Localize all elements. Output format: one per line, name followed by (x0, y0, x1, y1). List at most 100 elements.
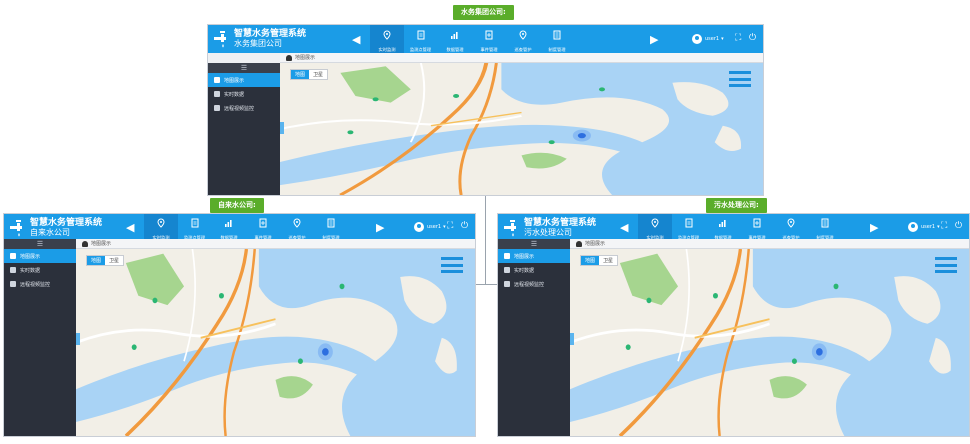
sidebar-item-realtime[interactable]: 实时数据 (208, 87, 280, 101)
main-nav: 实时监测 监测点管理 数据管理事件管理 巡查管护 制度管理 (370, 25, 574, 53)
map-side-tab[interactable] (76, 333, 80, 346)
nav-points[interactable]: 监测点管理 (178, 214, 212, 240)
fullscreen-icon[interactable]: ⛶ (735, 34, 741, 43)
sidebar-item-label: 实时数据 (224, 91, 245, 98)
sidebar-item-label: 地图展示 (514, 253, 535, 260)
power-icon[interactable]: ⏻ (955, 221, 962, 231)
map-icon (214, 77, 220, 83)
sidebar-toggle-icon[interactable]: ☰ (208, 63, 280, 73)
nav-next-arrow-icon[interactable]: ▶ (650, 34, 658, 45)
sidebar: ☰ 地图展示实时数据远程视频监控 (498, 239, 570, 436)
brand: 智慧水务管理系统 水务集团公司 (212, 27, 306, 51)
main-nav: 实时监测 监测点管理 数据管理 事件管理 巡查管护 制度管理 (638, 214, 842, 240)
location-pin-icon (156, 214, 166, 232)
user-name: user1 (705, 36, 720, 42)
map-layers-menu-icon[interactable] (935, 257, 957, 273)
sidebar-item-video[interactable]: 远程视频监控 (208, 101, 280, 115)
nav-monitoring[interactable]: 实时监测 (370, 25, 404, 53)
sidebar-item-video[interactable]: 远程视频监控 (498, 277, 570, 291)
sidebar-toggle-icon[interactable]: ☰ (498, 239, 570, 249)
sidebar-item-video[interactable]: 远程视频监控 (4, 277, 76, 291)
nav-points[interactable]: 监测点管理 (404, 25, 438, 53)
user-avatar-icon (414, 221, 424, 232)
nav-data[interactable]: 数据管理 (212, 214, 246, 240)
sidebar-item-label: 远程视频监控 (514, 281, 545, 288)
user-name: user1 (921, 223, 936, 230)
power-icon[interactable]: ⏻ (749, 34, 756, 43)
water-company-window: 智慧水务管理系统 自来水公司 ◀ 实时监测 监测点管理 数据管理 事件管理 巡查管护 制度… (3, 213, 476, 437)
map-icon (504, 253, 510, 259)
fullscreen-icon[interactable]: ⛶ (941, 221, 947, 231)
chevron-down-icon: ▾ (937, 223, 940, 230)
sidebar-item-realtime[interactable]: 实时数据 (4, 263, 76, 277)
nav-monitoring[interactable]: 实时监测 (144, 214, 178, 240)
map-type-map-button[interactable]: 地图 (581, 256, 600, 265)
nav-data[interactable]: 数据管理 (706, 214, 740, 240)
group-company-window: 智慧水务管理系统 水务集团公司 ◀ 实时监测 监测点管理 数据管理 事件管理 巡查管护 制… (207, 24, 764, 196)
nav-patrol[interactable]: 巡查管护 (774, 214, 808, 240)
nav-patrol[interactable]: 巡查管护 (280, 214, 314, 240)
sidebar-item-label: 实时数据 (514, 267, 535, 274)
document-icon (416, 25, 426, 44)
nav-events[interactable]: 事件管理 (472, 25, 506, 53)
sidebar-item-realtime[interactable]: 实时数据 (498, 263, 570, 277)
document-list-icon (326, 214, 336, 232)
sidebar-item-map[interactable]: 地图展示 (208, 73, 280, 87)
location-pin-icon (650, 214, 660, 232)
map-canvas[interactable] (76, 249, 475, 436)
stage: 水务集团公司: 自来水公司: 污水处理公司: 智慧水务管理系统 水务集团公司 ◀… (0, 0, 970, 444)
nav-events[interactable]: 事件管理 (740, 214, 774, 240)
fullscreen-icon[interactable]: ⛶ (447, 221, 453, 231)
chevron-down-icon: ▾ (721, 36, 724, 42)
map-canvas[interactable] (570, 249, 969, 436)
sidebar-item-label: 地图展示 (20, 253, 41, 260)
nav-rules[interactable]: 制度管理 (808, 214, 842, 240)
map-type-satellite-button[interactable]: 卫星 (105, 256, 123, 265)
map-view[interactable]: 地图 卫星 (280, 63, 763, 195)
map-type-toggle: 地图 卫星 (580, 255, 619, 266)
company-name: 自来水公司 (30, 227, 70, 237)
nav-label: 事件管理 (480, 47, 498, 53)
map-side-tab[interactable] (280, 122, 284, 135)
map-view[interactable]: 地图 卫星 (570, 249, 969, 436)
map-type-satellite-button[interactable]: 卫星 (309, 70, 327, 79)
app-header: 智慧水务管理系统 水务集团公司 ◀ 实时监测 监测点管理 数据管理 事件管理 巡查管护 制… (208, 25, 763, 53)
nav-monitoring[interactable]: 实时监测 (638, 214, 672, 240)
water-tap-logo-icon (214, 31, 226, 48)
user-menu[interactable]: user1 ▾ (908, 221, 940, 232)
user-menu[interactable]: user1 ▾ (414, 221, 446, 232)
sidebar-item-label: 实时数据 (20, 267, 41, 274)
map-type-map-button[interactable]: 地图 (87, 256, 106, 265)
nav-prev-arrow-icon[interactable]: ◀ (126, 222, 134, 233)
user-menu[interactable]: user1 ▾ (692, 34, 724, 44)
map-type-map-button[interactable]: 地图 (291, 70, 310, 79)
nav-label: 巡查管护 (514, 47, 532, 53)
sidebar-toggle-icon[interactable]: ☰ (4, 239, 76, 249)
nav-rules[interactable]: 制度管理 (314, 214, 348, 240)
user-avatar-icon (908, 221, 918, 232)
nav-next-arrow-icon[interactable]: ▶ (376, 222, 384, 233)
nav-data[interactable]: 数据管理 (438, 25, 472, 53)
map-layers-menu-icon[interactable] (729, 71, 751, 87)
map-view[interactable]: 地图 卫星 (76, 249, 475, 436)
bar-chart-icon (718, 214, 728, 232)
nav-rules[interactable]: 制度管理 (540, 25, 574, 53)
sidebar-item-map[interactable]: 地图展示 (498, 249, 570, 263)
power-icon[interactable]: ⏻ (461, 221, 468, 231)
map-layers-menu-icon[interactable] (441, 257, 463, 273)
water-company-label: 自来水公司: (210, 198, 264, 213)
nav-prev-arrow-icon[interactable]: ◀ (352, 34, 360, 45)
nav-next-arrow-icon[interactable]: ▶ (870, 222, 878, 233)
map-side-tab[interactable] (570, 333, 574, 346)
location-pin-icon (382, 25, 392, 44)
map-type-satellite-button[interactable]: 卫星 (599, 256, 617, 265)
group-company-label: 水务集团公司: (453, 5, 514, 20)
nav-events[interactable]: 事件管理 (246, 214, 280, 240)
sidebar-item-map[interactable]: 地图展示 (4, 249, 76, 263)
sidebar-item-label: 地图展示 (224, 77, 245, 84)
map-canvas[interactable] (280, 63, 763, 195)
nav-patrol[interactable]: 巡查管护 (506, 25, 540, 53)
breadcrumb-current: 地图展示 (91, 241, 112, 247)
nav-points[interactable]: 监测点管理 (672, 214, 706, 240)
nav-prev-arrow-icon[interactable]: ◀ (620, 222, 628, 233)
